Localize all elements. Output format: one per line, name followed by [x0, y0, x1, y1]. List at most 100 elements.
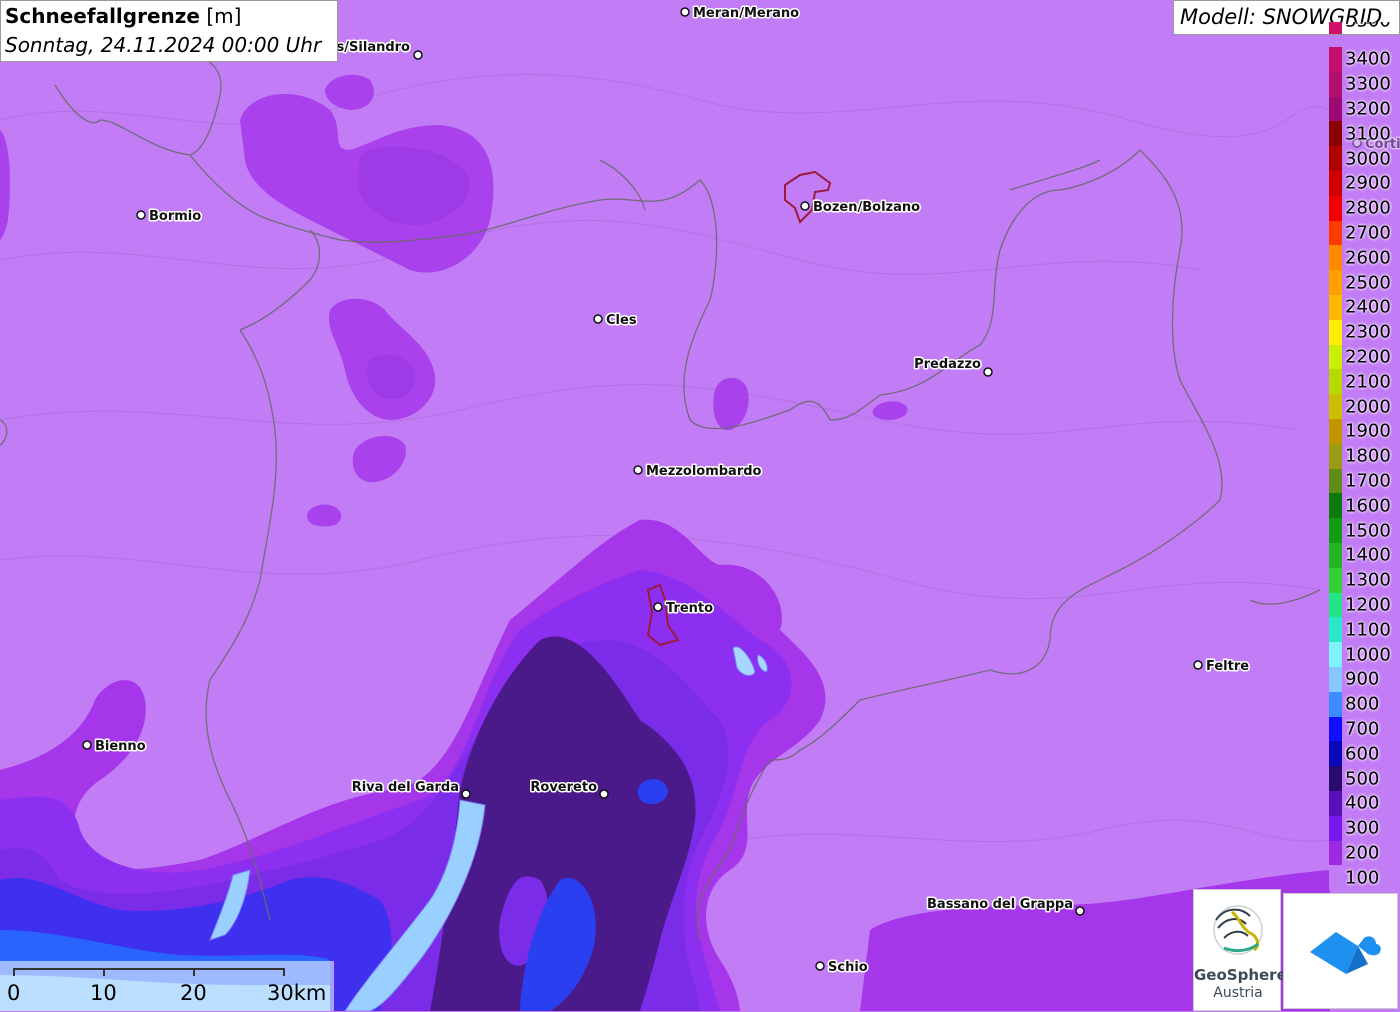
city-meran-merano[interactable]: Meran/Merano [680, 5, 801, 23]
legend-row-700: 700 [1329, 716, 1400, 742]
city-mezzolombardo[interactable]: Mezzolombardo [633, 463, 763, 481]
city-dot-icon [815, 961, 825, 971]
legend-label: 1600 [1345, 495, 1391, 517]
legend-label: 2500 [1345, 272, 1391, 294]
city-label: Bormio [149, 209, 201, 224]
legend-swatch [1329, 319, 1342, 345]
legend-label: 3300 [1345, 73, 1391, 95]
legend-label: 2900 [1345, 172, 1391, 194]
legend-swatch [1329, 443, 1342, 469]
city-dot-icon [680, 7, 690, 17]
legend-row-2300: 2300 [1329, 319, 1400, 345]
legend-label: 2700 [1345, 222, 1391, 244]
geosphere-logo-line2: Austria [1213, 985, 1263, 1001]
legend-swatch [1329, 691, 1342, 717]
legend-row-800: 800 [1329, 691, 1400, 717]
legend-swatch [1329, 567, 1342, 593]
legend-swatch [1329, 146, 1342, 171]
legend-row-1000: 1000 [1329, 642, 1400, 667]
legend-label: 1100 [1345, 619, 1391, 641]
city-label: Predazzo [914, 357, 981, 372]
legend-row-1300: 1300 [1329, 567, 1400, 593]
legend-swatch [1329, 394, 1342, 419]
legend-label: 1300 [1345, 569, 1391, 591]
city-label: Bassano del Grappa [927, 897, 1073, 912]
city-label: Feltre [1206, 659, 1249, 674]
legend-row-1900: 1900 [1329, 419, 1400, 444]
legend-row-3300: 3300 [1329, 71, 1400, 97]
legend-label: 2300 [1345, 321, 1391, 343]
city-label: Cles [606, 313, 637, 328]
geosphere-logo[interactable]: GeoSphere Austria [1193, 889, 1287, 1011]
legend-label: 200 [1345, 842, 1380, 864]
city-label: Trento [666, 601, 713, 616]
city-dot-icon [593, 314, 603, 324]
snowline-map[interactable]: Meran/Merano rs/Silandro Bormio Bozen/Bolza… [0, 0, 1400, 1011]
forecast-datetime: Sonntag, 24.11.2024 00:00 Uhr [5, 33, 322, 57]
city-dot-icon [599, 789, 609, 799]
legend-label: 1800 [1345, 445, 1391, 467]
legend-row-2000: 2000 [1329, 394, 1400, 419]
legend-swatch [1329, 270, 1342, 295]
city-dot-icon [136, 210, 146, 220]
legend-swatch [1329, 468, 1342, 494]
legend-swatch [1329, 865, 1342, 891]
legend-label: 3400 [1345, 48, 1391, 70]
legend-label: 1900 [1345, 420, 1391, 442]
legend-swatch [1329, 791, 1342, 816]
legend-label: 3500 [1345, 22, 1391, 31]
legend-row-2700: 2700 [1329, 220, 1400, 246]
legend-row-1800: 1800 [1329, 443, 1400, 469]
legend-label: 400 [1345, 792, 1380, 814]
city-dot-icon [461, 789, 471, 799]
legend-swatch [1329, 369, 1342, 395]
city-dot-icon [983, 367, 993, 377]
legend-row-3400: 3400 [1329, 47, 1400, 72]
legend-row-2600: 2600 [1329, 245, 1400, 271]
legend-row-3000: 3000 [1329, 146, 1400, 171]
city-dot-icon [1193, 660, 1203, 670]
weather-app-logo[interactable] [1283, 893, 1398, 1009]
legend-swatch [1329, 245, 1342, 271]
legend-label: 2100 [1345, 371, 1391, 393]
city-dot-icon [653, 602, 663, 612]
legend-swatch [1329, 47, 1342, 72]
legend-row-2900: 2900 [1329, 171, 1400, 196]
legend-swatch [1329, 121, 1342, 147]
legend-swatch [1329, 840, 1342, 866]
city-bozen-bolzano[interactable]: Bozen/Bolzano [800, 199, 922, 217]
legend-swatch [1329, 518, 1342, 543]
legend-swatch [1329, 419, 1342, 444]
legend-row-3100: 3100 [1329, 121, 1400, 147]
legend-row-2200: 2200 [1329, 344, 1400, 370]
legend-row-2800: 2800 [1329, 195, 1400, 221]
scale-label-0: 0 [7, 981, 21, 1005]
legend-row-2400: 2400 [1329, 295, 1400, 320]
legend-swatch [1329, 642, 1342, 667]
legend-label: 1500 [1345, 520, 1391, 542]
legend-swatch [1329, 592, 1342, 618]
city-dot-icon [413, 50, 423, 60]
legend-label: 300 [1345, 817, 1380, 839]
legend-label: 800 [1345, 693, 1380, 715]
legend-row-3500: 3500 [1329, 22, 1400, 35]
city-dot-icon [633, 465, 643, 475]
legend-row-200: 200 [1329, 840, 1400, 866]
legend-swatch [1329, 766, 1342, 791]
legend-swatch [1329, 344, 1342, 370]
city-dot-icon [800, 201, 810, 211]
legend-swatch [1329, 22, 1342, 35]
legend-label: 500 [1345, 768, 1380, 790]
legend-swatch [1329, 493, 1342, 519]
city-label: Rovereto [530, 780, 597, 795]
legend-row-2100: 2100 [1329, 369, 1400, 395]
legend-label: 3200 [1345, 98, 1391, 120]
legend-swatch [1329, 741, 1342, 767]
city-dot-icon [82, 740, 92, 750]
title-panel: Schneefallgrenze [m] Sonntag, 24.11.2024… [0, 0, 338, 62]
parameter-unit: [m] [206, 4, 242, 28]
legend-label: 2600 [1345, 247, 1391, 269]
legend-swatch [1329, 71, 1342, 97]
legend-row-500: 500 [1329, 766, 1400, 791]
scale-line [13, 968, 285, 970]
